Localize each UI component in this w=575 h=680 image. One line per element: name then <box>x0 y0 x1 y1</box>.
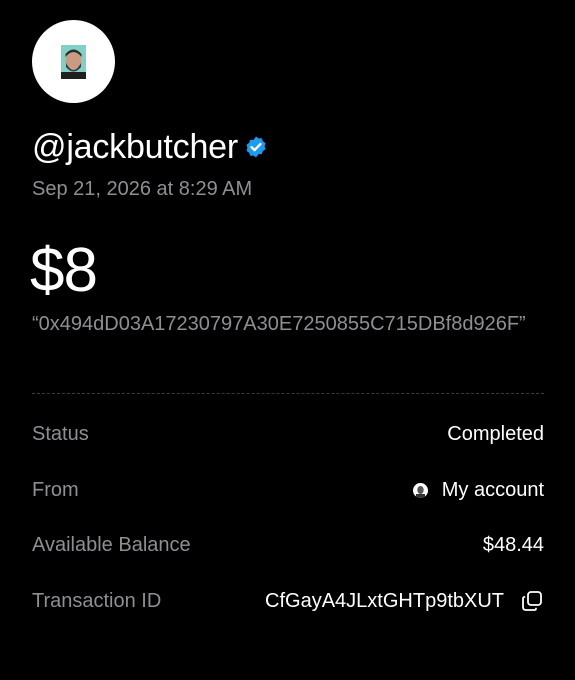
balance-label: Available Balance <box>32 533 191 556</box>
balance-value: $48.44 <box>482 533 544 556</box>
avatar[interactable] <box>32 20 115 103</box>
profile-header: @jackbutcher <box>32 126 268 168</box>
balance-row: Available Balance $48.44 <box>32 530 544 560</box>
username-handle[interactable]: @jackbutcher <box>32 126 238 168</box>
transaction-id-value-group: CfGayA4JLxtGHTp9tbXUT <box>265 589 544 613</box>
verified-badge-icon <box>246 136 266 158</box>
transaction-amount: $8 <box>30 236 98 305</box>
transaction-id-value: CfGayA4JLxtGHTp9tbXUT <box>265 589 504 612</box>
transaction-id-label: Transaction ID <box>32 589 162 612</box>
transaction-memo: “0x494dD03A17230797A30E7250855C715DBf8d9… <box>32 313 526 335</box>
status-label: Status <box>32 422 89 445</box>
transaction-timestamp: Sep 21, 2026 at 8:29 AM <box>32 178 253 200</box>
from-value[interactable]: My account <box>412 478 544 502</box>
divider <box>32 393 544 394</box>
status-row: Status Completed <box>32 419 544 449</box>
account-avatar-icon <box>412 482 428 498</box>
user-portrait-icon <box>61 44 86 79</box>
from-row: From My account <box>32 475 544 505</box>
copy-icon[interactable] <box>520 589 544 613</box>
from-account-name: My account <box>441 478 544 501</box>
status-value: Completed <box>447 422 544 445</box>
from-label: From <box>32 478 79 501</box>
transaction-id-row: Transaction ID CfGayA4JLxtGHTp9tbXUT <box>32 586 544 616</box>
